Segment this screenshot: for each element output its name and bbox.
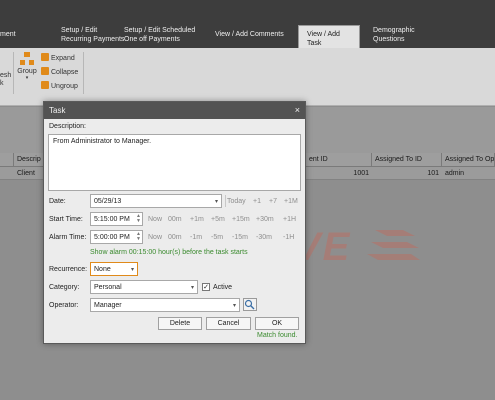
active-label: Active — [213, 284, 233, 291]
lookup-button[interactable] — [243, 298, 257, 311]
alarm-minus-15m-button[interactable]: -15m — [232, 234, 248, 241]
alarm-time-value: 5:00:00 PM — [94, 234, 130, 241]
tab-demographic-questions[interactable]: Demographic Questions — [373, 26, 433, 44]
operator-select[interactable]: Manager ▾ — [90, 298, 240, 312]
date-plus-7-button[interactable]: +7 — [269, 198, 277, 205]
cell-assigned-to-op: admin — [445, 170, 465, 177]
date-label: Date: — [49, 198, 66, 205]
chevron-down-icon: ▾ — [25, 75, 29, 81]
grid-header-assigned-to-id[interactable]: Assigned To ID — [372, 153, 442, 167]
start-plus-1m-button[interactable]: +1m — [190, 216, 204, 223]
cell-description: Client — [17, 170, 35, 177]
delete-button[interactable]: Delete — [158, 317, 202, 330]
alarm-minus-30m-button[interactable]: -30m — [256, 234, 272, 241]
operator-value: Manager — [94, 302, 122, 309]
chevron-down-icon[interactable]: ▾ — [233, 302, 236, 309]
alarm-hint-text: Show alarm 00:15:00 hour(s) before the t… — [90, 249, 248, 256]
date-plus-1-button[interactable]: +1 — [253, 198, 261, 205]
tab-view-add-task[interactable]: View / Add Task — [298, 25, 360, 48]
expand-icon — [41, 53, 49, 61]
ribbon-panel: esh k Group ▾ Expand Collapse Ungroup — [0, 48, 495, 106]
date-plus-1m-button[interactable]: +1M — [284, 198, 298, 205]
collapse-button[interactable]: Collapse — [41, 67, 78, 76]
close-icon[interactable]: × — [295, 105, 300, 115]
alarm-00m-button[interactable]: 00m — [168, 234, 182, 241]
tab-recurring-payments[interactable]: Setup / Edit Recurring Payments — [61, 26, 129, 44]
grid-header-assigned-to-op[interactable]: Assigned To Op — [442, 153, 495, 167]
alarm-time-label: Alarm Time: — [49, 234, 87, 241]
description-textarea[interactable]: From Administrator to Manager. — [48, 134, 301, 191]
spinner-icon[interactable]: ▲ ▼ — [136, 214, 141, 224]
active-checkbox[interactable]: ✓ — [202, 283, 210, 291]
tab-scheduled-payments[interactable]: Setup / Edit Scheduled One off Payments — [124, 26, 202, 44]
start-plus-15m-button[interactable]: +15m — [232, 216, 250, 223]
start-plus-1h-button[interactable]: +1H — [283, 216, 296, 223]
cell-assigned-to-id: 101 — [427, 170, 439, 177]
divider — [225, 195, 226, 207]
group-icon — [20, 52, 34, 66]
collapse-label: Collapse — [51, 69, 79, 76]
tab-payment[interactable]: ment — [0, 30, 16, 39]
start-00m-button[interactable]: 00m — [168, 216, 182, 223]
collapse-icon — [41, 67, 49, 75]
match-status-text: Match found. — [257, 332, 298, 339]
start-now-button[interactable]: Now — [148, 216, 162, 223]
tab-view-add-comments[interactable]: View / Add Comments — [215, 30, 284, 39]
dialog-title-bar[interactable]: Task — [44, 102, 305, 119]
ribbon-tab-bar: ment Setup / Edit Recurring Payments Set… — [0, 0, 495, 48]
recurrence-label: Recurrence: — [49, 266, 88, 273]
search-icon — [244, 299, 255, 310]
cancel-button[interactable]: Cancel — [206, 317, 251, 330]
category-value: Personal — [94, 284, 122, 291]
chevron-down-icon[interactable]: ▾ — [215, 198, 218, 205]
alarm-minus-1h-button[interactable]: -1H — [283, 234, 294, 241]
ok-button[interactable]: OK — [255, 317, 299, 330]
start-plus-5m-button[interactable]: +5m — [211, 216, 225, 223]
category-select[interactable]: Personal ▾ — [90, 280, 198, 294]
alarm-time-field[interactable]: 5:00:00 PM ▲ ▼ — [90, 230, 143, 244]
recurrence-value: None — [94, 266, 111, 273]
date-field[interactable]: 05/29/13 ▾ — [90, 194, 222, 208]
dialog-title: Task — [49, 106, 66, 115]
group-label: Group — [17, 68, 37, 75]
start-plus-30m-button[interactable]: +30m — [256, 216, 274, 223]
spinner-icon[interactable]: ▲ ▼ — [136, 232, 141, 242]
ungroup-button[interactable]: Ungroup — [41, 81, 78, 90]
grid-header-description[interactable]: Descrip — [14, 153, 44, 167]
alarm-minus-5m-button[interactable]: -5m — [211, 234, 223, 241]
chevron-down-icon[interactable]: ▾ — [131, 266, 134, 273]
alarm-now-button[interactable]: Now — [148, 234, 162, 241]
chevron-down-icon[interactable]: ▾ — [191, 284, 194, 291]
expand-button[interactable]: Expand — [41, 53, 75, 62]
start-time-value: 5:15:00 PM — [94, 216, 130, 223]
grid-header-client-id[interactable]: ent ID — [306, 153, 372, 167]
task-dialog: Task × Description: From Administrator t… — [43, 101, 306, 344]
recurrence-select[interactable]: None ▾ — [90, 262, 138, 276]
description-label: Description: — [49, 123, 86, 130]
expand-label: Expand — [51, 55, 75, 62]
category-label: Category: — [49, 284, 80, 291]
ungroup-icon — [41, 81, 49, 89]
date-today-button[interactable]: Today — [227, 198, 246, 205]
ungroup-label: Ungroup — [51, 83, 78, 90]
grid-header[interactable] — [0, 153, 14, 167]
ribbon-divider — [83, 52, 84, 94]
cell-client-id: 1001 — [353, 170, 369, 177]
alarm-minus-1m-button[interactable]: -1m — [190, 234, 202, 241]
date-value: 05/29/13 — [94, 198, 122, 205]
group-button[interactable]: Group ▾ — [17, 52, 37, 81]
refresh-button[interactable]: esh k — [0, 72, 11, 88]
operator-label: Operator: — [49, 302, 79, 309]
ribbon-divider — [13, 52, 14, 94]
start-time-label: Start Time: — [49, 216, 83, 223]
start-time-field[interactable]: 5:15:00 PM ▲ ▼ — [90, 212, 143, 226]
